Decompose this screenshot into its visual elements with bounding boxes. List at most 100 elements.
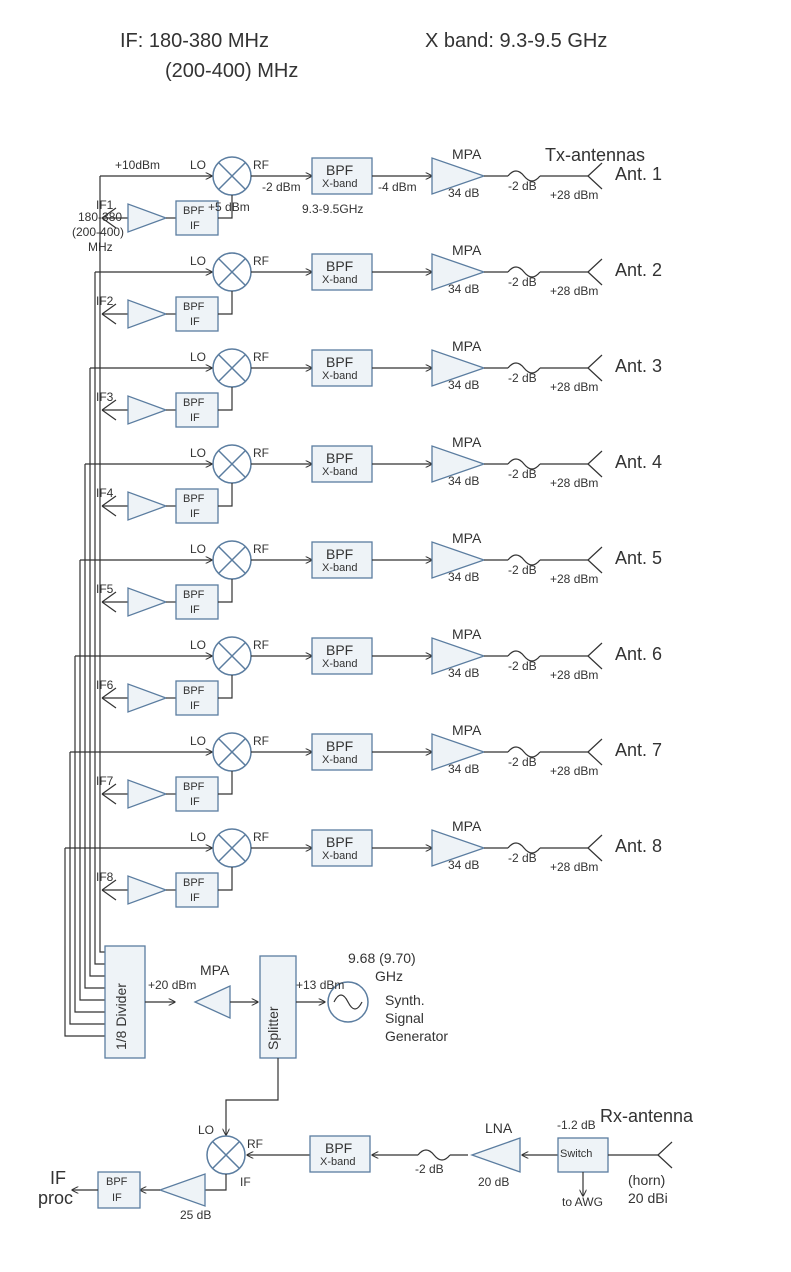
sig-pwr: +13 dBm (296, 978, 344, 992)
if-lbl: IF4 (96, 486, 113, 500)
bpf-band: X-band (322, 658, 357, 670)
splitter-label: Splitter (265, 1006, 281, 1050)
mpa-lbl: MPA (452, 146, 481, 162)
mpa-gain: 34 dB (448, 378, 479, 392)
div-mpa: MPA (200, 962, 229, 978)
lo-power: +10dBm (115, 158, 160, 172)
rx-bpf-if: BPF (106, 1176, 127, 1188)
mpa-lbl: MPA (452, 338, 481, 354)
rx-bpf: BPF (325, 1140, 352, 1156)
rf-lbl: RF (253, 350, 269, 364)
lo-lbl: LO (190, 542, 206, 556)
bpf-if-sub: IF (190, 508, 200, 520)
rx-bpf-band: X-band (320, 1156, 355, 1168)
sig-freq: 9.68 (9.70) (348, 950, 416, 966)
div-out-pwr: +20 dBm (148, 978, 196, 992)
bpf-if: BPF (183, 589, 204, 601)
ant-label: Ant. 8 (615, 836, 662, 857)
bpf-if-sub: IF (190, 796, 200, 808)
ant-pwr: +28 dBm (550, 860, 598, 874)
ant-label: Ant. 2 (615, 260, 662, 281)
rx-header: Rx-antenna (600, 1106, 693, 1127)
if-lbl: IF5 (96, 582, 113, 596)
mpa-gain: 34 dB (448, 282, 479, 296)
bpf-out: -4 dBm (378, 180, 417, 194)
mpa-gain: 34 dB (448, 666, 479, 680)
ant-pwr: +28 dBm (550, 572, 598, 586)
if-in-l2: (200-400) (72, 225, 124, 239)
ant-label: Ant. 6 (615, 644, 662, 665)
bpf-lbl: BPF (326, 834, 353, 850)
rf-lbl: RF (253, 158, 269, 172)
rx-horn-gain: 20 dBi (628, 1190, 668, 1206)
ant-label: Ant. 5 (615, 548, 662, 569)
ant-label: Ant. 4 (615, 452, 662, 473)
sig-name2: Signal (385, 1010, 424, 1026)
bpf-freq: 9.3-9.5GHz (302, 202, 363, 216)
if-lbl: IF3 (96, 390, 113, 404)
rf-lbl: RF (253, 830, 269, 844)
bpf-band: X-band (322, 274, 357, 286)
rf-lbl: RF (253, 734, 269, 748)
rx-if: IF (240, 1175, 251, 1189)
ant-label: Ant. 7 (615, 740, 662, 761)
bpf-if: BPF (183, 397, 204, 409)
cable-loss: -2 dB (508, 275, 537, 289)
lo-lbl: LO (190, 446, 206, 460)
sig-unit: GHz (375, 968, 403, 984)
if-lbl: IF6 (96, 678, 113, 692)
rx-switch-loss: -1.2 dB (557, 1118, 596, 1132)
bpf-lbl: BPF (326, 450, 353, 466)
lo-lbl: LO (190, 254, 206, 268)
cable-loss: -2 dB (508, 467, 537, 481)
bpf-band: X-band (322, 466, 357, 478)
ant-pwr: +28 dBm (550, 284, 598, 298)
mpa-lbl: MPA (452, 818, 481, 834)
cable-loss: -2 dB (508, 371, 537, 385)
lo-lbl: LO (190, 734, 206, 748)
bpf-lbl: BPF (326, 546, 353, 562)
if-lbl: IF2 (96, 294, 113, 308)
sig-name1: Synth. (385, 992, 425, 1008)
rx-amp-gain: 25 dB (180, 1208, 211, 1222)
rx-lna: LNA (485, 1120, 512, 1136)
ant-pwr: +28 dBm (550, 188, 598, 202)
rx-lna-gain: 20 dB (478, 1175, 509, 1189)
rx-horn: (horn) (628, 1172, 665, 1188)
mpa-gain: 34 dB (448, 570, 479, 584)
bpf-if-sub: IF (190, 412, 200, 424)
if-in-l1: 180-380 (78, 210, 122, 224)
mpa-lbl: MPA (452, 434, 481, 450)
mpa-lbl: MPA (452, 722, 481, 738)
sig-name3: Generator (385, 1028, 448, 1044)
mpa-gain: 34 dB (448, 186, 479, 200)
ifproc2: proc (38, 1188, 73, 1209)
bpf-if: BPF (183, 493, 204, 505)
ant-pwr: +28 dBm (550, 764, 598, 778)
ifproc1: IF (50, 1168, 66, 1189)
if-lbl: IF1 (96, 198, 113, 212)
ant-pwr: +28 dBm (550, 476, 598, 490)
mpa-gain: 34 dB (448, 474, 479, 488)
bpf-if-sub: IF (190, 700, 200, 712)
bpf-lbl: BPF (326, 258, 353, 274)
ant-label: Ant. 3 (615, 356, 662, 377)
rx-loss: -2 dB (415, 1162, 444, 1176)
rf-lbl: RF (253, 638, 269, 652)
mpa-gain: 34 dB (448, 762, 479, 776)
bpf-band: X-band (322, 370, 357, 382)
if-lbl: IF8 (96, 870, 113, 884)
lo-lbl: LO (190, 638, 206, 652)
if-in-pwr: +5 dBm (208, 200, 250, 214)
bpf-band: X-band (322, 178, 357, 190)
rf-lbl: RF (253, 446, 269, 460)
cable-loss: -2 dB (508, 179, 537, 193)
bpf-band: X-band (322, 850, 357, 862)
rx-switch: Switch (560, 1148, 592, 1160)
mpa-gain: 34 dB (448, 858, 479, 872)
rx-rf: RF (247, 1137, 263, 1151)
rx-to-awg: to AWG (562, 1195, 603, 1209)
bpf-if-sub: IF (190, 892, 200, 904)
mpa-lbl: MPA (452, 626, 481, 642)
ant-pwr: +28 dBm (550, 668, 598, 682)
